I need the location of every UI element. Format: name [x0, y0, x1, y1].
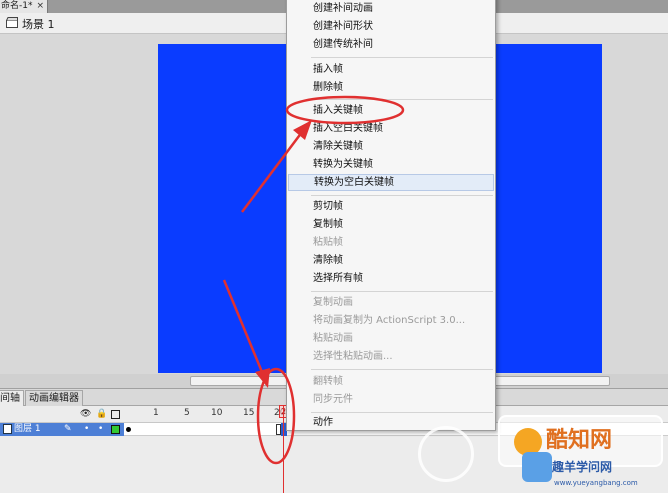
menu-item-copy-motion-as-actionscript[interactable]: 将动画复制为 ActionScript 3.0...	[288, 312, 494, 329]
lock-icon[interactable]: 🔒	[96, 409, 107, 419]
lock-dot[interactable]: •	[98, 424, 103, 434]
menu-item-clear-frames[interactable]: 清除帧	[288, 252, 494, 269]
menu-item-convert-to-keyframe[interactable]: 转换为关键帧	[288, 156, 494, 173]
menu-separator	[311, 291, 493, 292]
menu-item-clear-keyframe[interactable]: 清除关键帧	[288, 138, 494, 155]
menu-item-create-motion-tween[interactable]: 创建补间动画	[288, 0, 494, 17]
watermark-logo-text: 酷知网	[546, 428, 613, 453]
watermark-robot-icon	[522, 452, 552, 482]
pencil-icon: ✎	[64, 424, 72, 434]
menu-item-paste-motion[interactable]: 粘贴动画	[288, 330, 494, 347]
menu-item-insert-blank-keyframe[interactable]: 插入空白关键帧	[288, 120, 494, 137]
outline-color-box[interactable]	[111, 425, 120, 434]
menu-separator	[311, 369, 493, 370]
watermark-url: www.yueyangbang.com	[554, 479, 638, 487]
outline-icon[interactable]	[111, 410, 120, 419]
layer-icon	[3, 424, 12, 434]
tab-motion-editor[interactable]: 动画编辑器	[25, 390, 83, 406]
menu-item-insert-frame[interactable]: 插入帧	[288, 61, 494, 78]
ruler-label: 15	[243, 408, 255, 418]
layer-row[interactable]: 图层 1 ✎ • •	[0, 423, 124, 436]
keyframe-dot[interactable]	[126, 427, 131, 432]
menu-item-actions[interactable]: 动作	[288, 414, 494, 431]
menu-item-insert-keyframe[interactable]: 插入关键帧	[288, 102, 494, 119]
document-tab[interactable]: 命名-1* ×	[0, 0, 48, 13]
menu-separator	[311, 57, 493, 58]
tab-timeline[interactable]: 间轴	[0, 390, 24, 406]
scene-label[interactable]: 场景 1	[22, 16, 55, 32]
menu-item-copy-frames[interactable]: 复制帧	[288, 216, 494, 233]
menu-item-copy-motion[interactable]: 复制动画	[288, 294, 494, 311]
scene-icon	[6, 17, 18, 28]
menu-item-convert-to-blank-keyframe[interactable]: 转换为空白关键帧	[288, 174, 494, 191]
document-tab-title: 命名-1*	[1, 1, 33, 11]
menu-separator	[311, 195, 493, 196]
close-icon[interactable]: ×	[36, 0, 44, 13]
menu-item-paste-frames[interactable]: 粘贴帧	[288, 234, 494, 251]
visibility-dot[interactable]: •	[84, 424, 89, 434]
menu-item-paste-motion-special[interactable]: 选择性粘贴动画...	[288, 348, 494, 365]
menu-item-reverse-frames[interactable]: 翻转帧	[288, 373, 494, 390]
layer-name[interactable]: 图层 1	[14, 423, 41, 436]
watermark-brand: 趣羊学问网	[552, 460, 613, 474]
menu-separator	[311, 99, 493, 100]
menu-item-delete-frame[interactable]: 删除帧	[288, 79, 494, 96]
playhead-line	[283, 405, 284, 493]
menu-item-create-shape-tween[interactable]: 创建补间形状	[288, 18, 494, 35]
menu-item-create-classic-tween[interactable]: 创建传统补间	[288, 36, 494, 53]
eye-icon[interactable]: 👁	[80, 409, 91, 419]
menu-separator	[311, 412, 493, 413]
menu-item-cut-frames[interactable]: 剪切帧	[288, 198, 494, 215]
watermark-circle	[418, 426, 474, 482]
ruler-label: 10	[211, 408, 223, 418]
ruler-label: 5	[184, 408, 190, 418]
menu-item-select-all-frames[interactable]: 选择所有帧	[288, 270, 494, 287]
ruler-label: 1	[153, 408, 159, 418]
context-menu: 创建补间动画 创建补间形状 创建传统补间 插入帧 删除帧 插入关键帧 插入空白关…	[286, 0, 496, 431]
menu-item-synchronize-symbols[interactable]: 同步元件	[288, 391, 494, 408]
